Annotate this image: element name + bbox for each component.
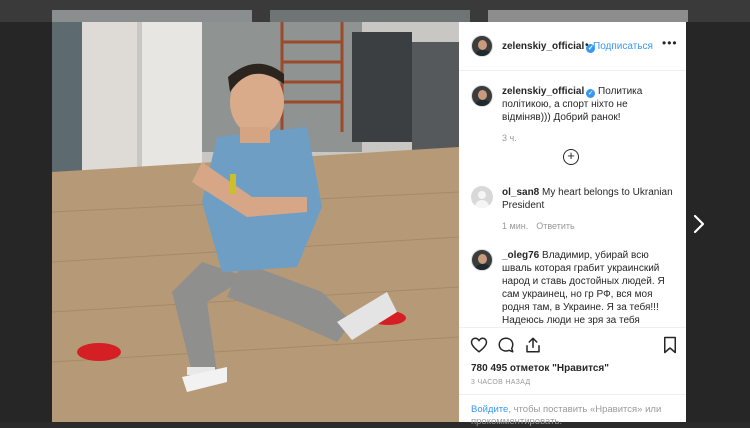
separator-dot: •: [585, 40, 589, 51]
verified-badge-icon: ✓: [586, 89, 596, 98]
share-icon[interactable]: [524, 336, 542, 354]
comment-body: ol_san8 My heart belongs to Ukranian Pre…: [502, 186, 674, 233]
post-actions: 780 495 отметок "Нравится" 3 ЧАСОВ НАЗАД…: [459, 327, 686, 427]
caption-time[interactable]: 3 ч.: [502, 133, 517, 143]
chevron-right-icon[interactable]: [688, 213, 710, 235]
comment-text: Владимир, убирай всю шваль которая граби…: [502, 250, 665, 326]
post-author-username-text[interactable]: zelenskiy_official: [502, 41, 584, 52]
comment-icon[interactable]: [497, 336, 515, 354]
heart-icon[interactable]: [470, 336, 488, 354]
caption-body: zelenskiy_official ✓ Политика політикою, …: [502, 85, 674, 145]
plus-circle-icon[interactable]: +: [563, 149, 579, 165]
avatar-face: [478, 90, 487, 100]
login-prompt: Войдите, чтобы поставить «Нравится» или …: [459, 394, 686, 428]
post-details-panel: zelenskiy_official ✓ • Подписаться ••• ze…: [459, 22, 686, 427]
avatar-face: [478, 40, 487, 50]
caption-username[interactable]: zelenskiy_official: [502, 86, 584, 97]
avatar[interactable]: [471, 186, 493, 208]
post-author-username[interactable]: zelenskiy_official ✓: [502, 41, 596, 53]
post-photo-illustration: [52, 22, 459, 422]
post-header: zelenskiy_official ✓ • Подписаться •••: [459, 22, 686, 71]
more-options-icon[interactable]: •••: [662, 36, 678, 50]
avatar[interactable]: [471, 35, 493, 57]
comment-body: _oleg76 Владимир, убирай всю шваль котор…: [502, 249, 674, 327]
likes-count[interactable]: 780 495 отметок "Нравится": [471, 363, 609, 374]
comments-list[interactable]: zelenskiy_official ✓ Политика політикою, …: [459, 71, 686, 327]
reply-button[interactable]: Ответить: [536, 221, 574, 231]
comment-meta: 1 мин. Ответить: [502, 220, 674, 233]
login-link[interactable]: Войдите: [471, 404, 508, 415]
bookmark-icon[interactable]: [661, 336, 679, 354]
caption-meta: 3 ч.: [502, 132, 674, 145]
gallery-thumbnail[interactable]: [488, 10, 688, 22]
avatar-face: [478, 191, 486, 199]
avatar-shirt: [474, 100, 492, 106]
avatar-shirt: [475, 200, 489, 208]
avatar-face: [478, 254, 487, 264]
gallery-thumbnail[interactable]: [52, 10, 252, 22]
avatar[interactable]: [471, 249, 493, 271]
follow-button[interactable]: Подписаться: [593, 41, 653, 52]
avatar[interactable]: [471, 85, 493, 107]
comment-time[interactable]: 1 мин.: [502, 221, 528, 231]
post-photo[interactable]: [52, 22, 459, 422]
comment-username[interactable]: _oleg76: [502, 250, 539, 261]
comment-username[interactable]: ol_san8: [502, 187, 539, 198]
post-timestamp[interactable]: 3 ЧАСОВ НАЗАД: [471, 379, 530, 386]
avatar-shirt: [474, 264, 492, 270]
gallery-thumbnail[interactable]: [270, 10, 470, 22]
gallery-background-strip: [0, 0, 750, 22]
overlay-left: [0, 22, 52, 422]
avatar-shirt: [474, 50, 492, 56]
